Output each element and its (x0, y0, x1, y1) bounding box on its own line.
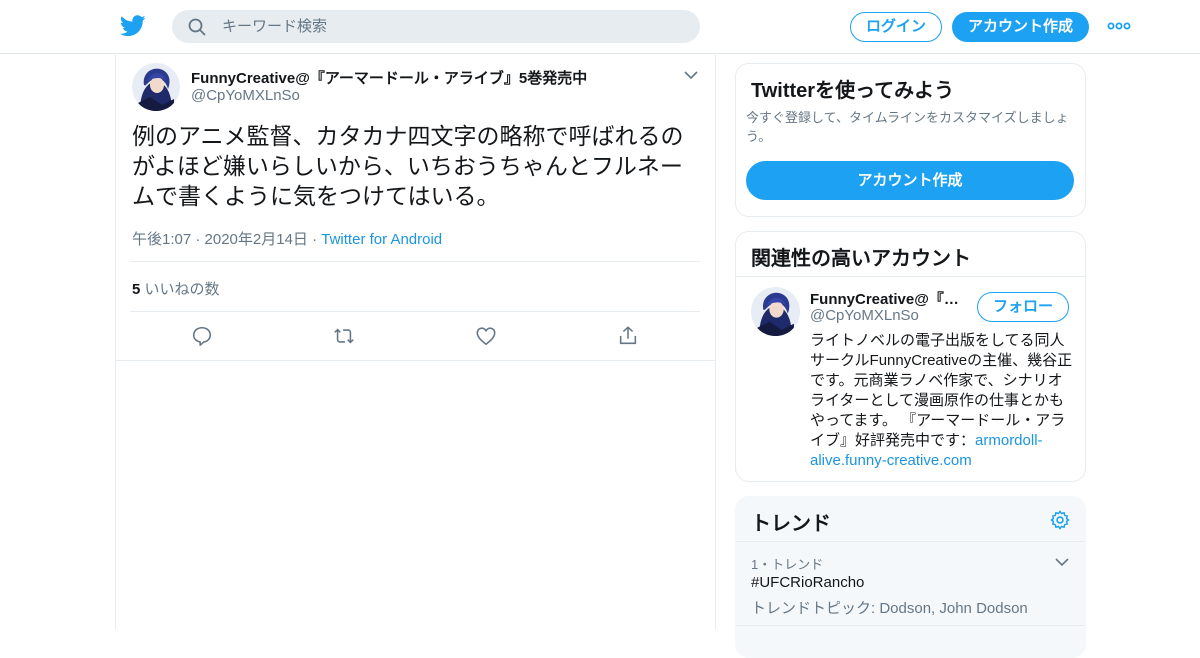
related-accounts-card: 関連性の高いアカウント FunnyCreative@『アーマードール・アライブ』… (735, 231, 1086, 482)
likes-label: いいねの数 (144, 281, 220, 298)
related-account-handle[interactable]: @CpYoMXLnSo (810, 307, 919, 324)
signup-button[interactable]: アカウント作成 (952, 12, 1089, 42)
divider (116, 360, 715, 361)
likes-count: 5 (132, 281, 141, 298)
login-button[interactable]: ログイン (850, 12, 942, 42)
chevron-down-icon[interactable] (683, 68, 699, 82)
tweet-source-link[interactable]: Twitter for Android (321, 231, 442, 248)
avatar-image (751, 287, 800, 336)
author-avatar[interactable] (132, 63, 180, 111)
signup-card-title: Twitterを使ってみよう (751, 80, 955, 102)
trend-rank: 1・トレンド (751, 557, 824, 572)
author-handle[interactable]: @CpYoMXLnSo (191, 87, 300, 104)
related-account-name[interactable]: FunnyCreative@『アーマードール・アライブ』5巻発売中 (810, 288, 965, 309)
top-navigation-bar: ログイン アカウント作成 (0, 0, 1200, 54)
share-icon[interactable] (617, 325, 639, 347)
related-account-bio: ライトノベルの電子出版をしてる同人サークルFunnyCreativeの主催、幾谷… (810, 331, 1075, 471)
trends-card: トレンド 1・トレンド #UFCRioRancho トレンドトピック: Dods… (735, 496, 1086, 658)
search-box[interactable] (172, 10, 700, 43)
trends-title: トレンド (751, 513, 831, 535)
tweet-metadata: 午後1:07 · 2020年2月14日 · Twitter for Androi… (132, 228, 442, 249)
tweet-detail: FunnyCreative@『アーマードール・アライブ』5巻発売中 @CpYoM… (115, 53, 716, 630)
tweet-timestamp[interactable]: 午後1:07 · 2020年2月14日 (132, 231, 308, 248)
more-options-icon[interactable] (1107, 20, 1131, 32)
trend-topic: トレンドトピック: Dodson, John Dodson (751, 600, 1028, 617)
meta-separator: · (312, 231, 318, 248)
search-input[interactable] (222, 10, 682, 43)
twitter-bird-logo-icon[interactable] (120, 14, 146, 38)
retweet-icon[interactable] (333, 325, 355, 347)
search-icon (188, 18, 206, 36)
create-account-button[interactable]: アカウント作成 (746, 161, 1074, 200)
like-heart-icon[interactable] (475, 325, 497, 347)
divider (736, 541, 1085, 542)
divider (736, 276, 1085, 277)
follow-button[interactable]: フォロー (977, 292, 1069, 322)
chevron-down-icon[interactable] (1054, 555, 1070, 569)
tweet-text: 例のアニメ監督、カタカナ四文字の略称で呼ばれるのがよほど嫌いらしいから、いちおう… (132, 123, 684, 209)
divider (736, 625, 1085, 626)
divider (130, 261, 700, 262)
signup-prompt-card: Twitterを使ってみよう 今すぐ登録して、タイムラインをカスタマイズしましょ… (735, 63, 1086, 217)
author-name[interactable]: FunnyCreative@『アーマードール・アライブ』5巻発売中 (191, 67, 587, 88)
reply-icon[interactable] (191, 325, 213, 347)
related-accounts-title: 関連性の高いアカウント (751, 248, 971, 270)
signup-card-description: 今すぐ登録して、タイムラインをカスタマイズしましょう。 (746, 110, 1069, 144)
settings-gear-icon[interactable] (1049, 509, 1071, 531)
related-account-avatar[interactable] (751, 287, 800, 336)
trend-name[interactable]: #UFCRioRancho (751, 574, 864, 591)
likes-stat[interactable]: 5 いいねの数 (132, 278, 220, 299)
divider (130, 311, 700, 312)
avatar-image (132, 63, 180, 111)
